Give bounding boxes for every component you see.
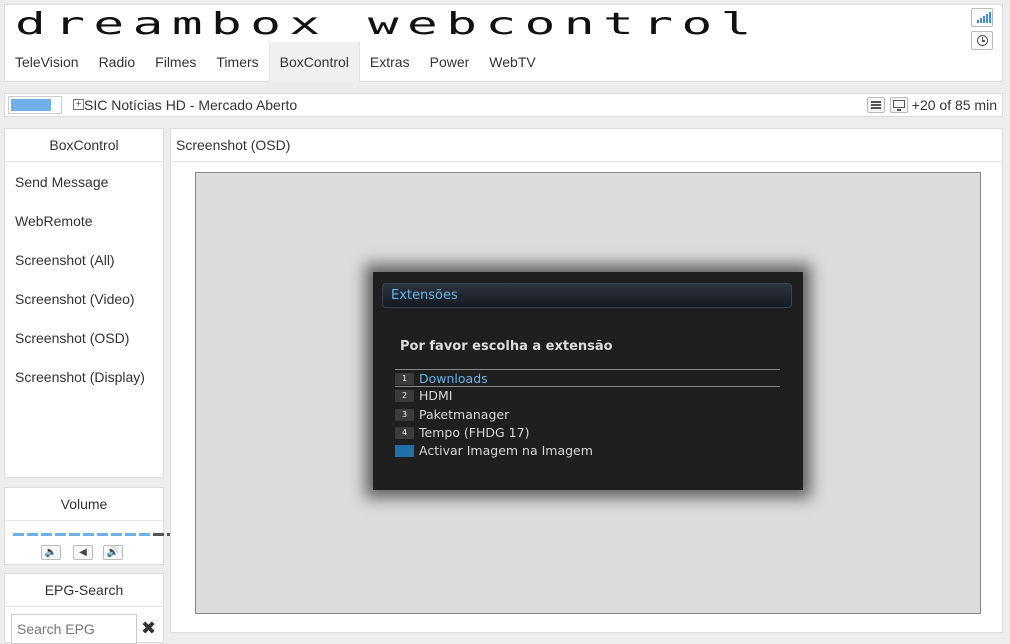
volume-segment[interactable] [139,533,150,536]
volume-segment[interactable] [111,533,122,536]
volume-segment[interactable] [41,533,52,536]
sidebar-item-screenshot-all[interactable]: Screenshot (All) [5,241,163,280]
boxcontrol-title: BoxControl [5,129,163,162]
epg-search-panel: EPG-Search ✖ [4,573,164,644]
volume-segment[interactable] [27,533,38,536]
volume-segment[interactable] [83,533,94,536]
number-key-icon: 3 [395,408,414,421]
osd-list-item: Activar Imagem na Imagem [395,442,780,460]
sidebar-item-webremote[interactable]: WebRemote [5,202,163,241]
header: dreambox webcontrol TeleVision Radio Fil… [4,4,1003,82]
current-channel[interactable]: SIC Notícias HD - Mercado Aberto [84,97,297,113]
osd-window-title: Extensões [391,288,458,303]
volume-segment[interactable] [97,533,108,536]
volume-segment[interactable] [125,533,136,536]
app-logo: dreambox webcontrol [15,7,760,42]
number-key-icon: 1 [395,373,414,385]
osd-list-item: 2 HDMI [395,387,780,405]
nav-radio[interactable]: Radio [89,42,146,82]
number-key-icon: 4 [395,426,414,439]
tv-screen-icon[interactable] [890,97,908,113]
osd-list-item: 3 Paketmanager [395,406,780,424]
signal-strength-icon[interactable] [971,8,993,27]
screenshot-frame: Extensões Por favor escolha a extensão 1… [195,172,981,614]
volume-bar[interactable] [13,533,178,536]
clear-icon[interactable]: ✖ [141,618,156,639]
clock-icon[interactable] [971,31,993,50]
volume-panel: Volume 🔈 ◀ 🔊 [4,487,178,565]
sidebar-item-screenshot-video[interactable]: Screenshot (Video) [5,280,163,319]
nav-extras[interactable]: Extras [360,42,420,82]
page-title: Screenshot (OSD) [171,129,1002,162]
osd-prompt: Por favor escolha a extensão [400,339,613,354]
osd-list-item: 4 Tempo (FHDG 17) [395,424,780,442]
osd-list: 1 Downloads 2 HDMI 3 Paketmanager 4 Tempo (FHDG… [395,369,780,460]
nav-boxcontrol[interactable]: BoxControl [268,42,360,82]
signal-bar-fill [11,99,51,111]
volume-title: Volume [5,488,163,521]
sidebar-item-screenshot-display[interactable]: Screenshot (Display) [5,358,163,397]
number-key-icon: 2 [395,390,414,403]
osd-item-label: Downloads [419,371,488,386]
signal-bar [8,96,62,114]
blue-key-icon [395,445,414,458]
nav-timers[interactable]: Timers [206,42,268,82]
osd-title-bar: Extensões [382,283,792,308]
volume-down-icon[interactable]: 🔈 [41,545,61,560]
epg-search-title: EPG-Search [5,574,163,607]
osd-item-label: Tempo (FHDG 17) [419,424,530,440]
nav-power[interactable]: Power [420,42,480,82]
nav-filmes[interactable]: Filmes [145,42,206,82]
nav-television[interactable]: TeleVision [5,42,89,82]
expand-icon[interactable]: + [73,99,84,110]
main-nav: TeleVision Radio Filmes Timers BoxContro… [5,42,546,82]
volume-segment[interactable] [69,533,80,536]
osd-list-item: 1 Downloads [395,369,780,388]
volume-segment[interactable] [13,533,24,536]
osd-item-label: HDMI [419,388,453,404]
sidebar-item-send-message[interactable]: Send Message [5,163,163,202]
main-content: Screenshot (OSD) Extensões Por favor esc… [170,128,1003,633]
boxcontrol-panel: BoxControl Send Message WebRemote Screen… [4,128,164,478]
program-duration: +20 of 85 min [911,97,997,113]
volume-segment[interactable] [153,533,164,536]
osd-item-label: Paketmanager [419,406,510,422]
osd-item-label: Activar Imagem na Imagem [419,443,593,459]
sidebar-item-screenshot-osd[interactable]: Screenshot (OSD) [5,319,163,358]
volume-mute-icon[interactable]: ◀ [73,545,93,560]
osd-screenshot: Extensões Por favor escolha a extensão 1… [373,272,803,490]
epg-icon[interactable] [867,97,885,113]
volume-segment[interactable] [55,533,66,536]
nav-webtv[interactable]: WebTV [479,42,545,82]
epg-search-input[interactable] [11,614,137,644]
status-bar: + SIC Notícias HD - Mercado Aberto +20 o… [4,93,1003,117]
volume-up-icon[interactable]: 🔊 [103,545,123,560]
